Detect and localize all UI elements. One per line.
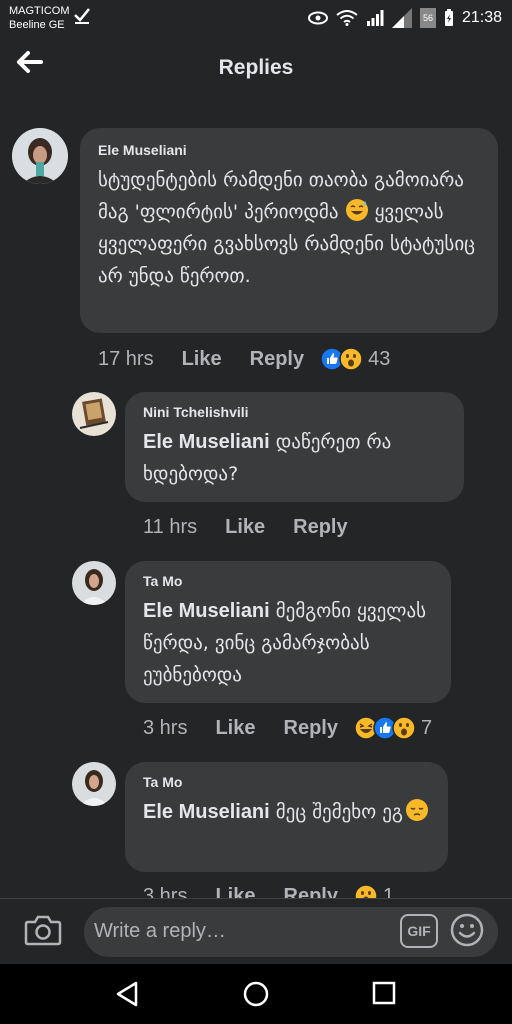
reaction-count: 43 [368, 347, 391, 370]
profile-photo-icon [12, 128, 68, 184]
comment-bubble[interactable]: Ta Mo Ele Museliani მეც შემეხო ეგ [125, 762, 448, 872]
smiley-icon [450, 913, 484, 947]
square-recents-icon [372, 981, 396, 1005]
comment-actions: 17 hrs Like Reply 43 [98, 346, 390, 372]
gif-button[interactable]: GIF [400, 914, 438, 948]
comment-text: Ele Museliani მემგონი ყველას წერდა, ვინც… [143, 595, 433, 691]
like-button[interactable]: Like [182, 348, 222, 371]
network-type-badge: 56 [419, 8, 436, 28]
wifi-icon [336, 10, 358, 26]
comment-text: სტუდენტების რამდენი თაობა გამოიარა მაგ '… [98, 164, 480, 292]
like-button[interactable]: Like [215, 717, 255, 740]
system-nav-bar [0, 964, 512, 1024]
comment-time[interactable]: 17 hrs [98, 348, 154, 371]
nav-home-button[interactable] [242, 980, 270, 1012]
avatar[interactable] [72, 561, 116, 605]
comment-text-part: მეც შემეხო ეგ [269, 801, 403, 823]
profile-photo-icon [72, 392, 116, 436]
comment-text: Ele Museliani მეც შემეხო ეგ [143, 796, 430, 828]
comment-bubble[interactable]: Nini Tchelishvili Ele Museliani დაწერეთ … [125, 392, 464, 502]
reply-composer: Write a reply… GIF [0, 898, 512, 964]
circle-home-icon [243, 981, 269, 1007]
reply-button[interactable]: Reply [293, 516, 347, 539]
comment-author[interactable]: Nini Tchelishvili [143, 404, 446, 420]
profile-photo-icon [72, 762, 116, 806]
wow-icon [339, 347, 363, 371]
mention-link[interactable]: Ele Museliani [143, 431, 270, 453]
reply-input-placeholder[interactable]: Write a reply… [94, 920, 226, 943]
comment-bubble[interactable]: Ele Museliani სტუდენტების რამდენი თაობა … [80, 128, 498, 333]
reaction-count: 7 [420, 716, 433, 739]
comment-text: Ele Museliani დაწერეთ რა ხდებოდა? [143, 426, 446, 490]
mention-link[interactable]: Ele Museliani [143, 801, 270, 823]
battery-icon [444, 9, 453, 26]
triangle-back-icon [116, 981, 138, 1007]
clock: 21:38 [461, 9, 502, 26]
camera-button[interactable] [24, 913, 62, 951]
header: Replies [0, 36, 512, 102]
reply-button[interactable]: Reply [250, 348, 304, 371]
status-icons: 56 21:38 [307, 6, 502, 30]
comment-author[interactable]: Ta Mo [143, 573, 433, 589]
comment-time[interactable]: 11 hrs [143, 516, 197, 539]
reply-button[interactable]: Reply [284, 717, 338, 740]
reaction-summary[interactable]: 7 [354, 716, 432, 740]
eye-icon [307, 11, 328, 25]
mention-link[interactable]: Ele Museliani [143, 600, 270, 622]
profile-photo-icon [72, 561, 116, 605]
like-button[interactable]: Like [225, 516, 265, 539]
pensive-emoji-icon [405, 799, 428, 821]
comment-author[interactable]: Ta Mo [143, 774, 430, 790]
avatar[interactable] [72, 392, 116, 436]
nav-recents-button[interactable] [371, 980, 397, 1010]
signal-icon [366, 10, 384, 26]
comment-actions: 11 hrs Like Reply [143, 514, 348, 540]
comment-bubble[interactable]: Ta Mo Ele Museliani მემგონი ყველას წერდა… [125, 561, 451, 703]
emoji-button[interactable] [450, 913, 484, 951]
signal-icon-secondary [391, 8, 412, 28]
sweat-smile-emoji-icon [345, 199, 368, 221]
wow-icon [392, 716, 416, 740]
comment-author[interactable]: Ele Museliani [98, 142, 480, 158]
comment-actions: 3 hrs Like Reply 7 [143, 715, 432, 741]
reaction-summary[interactable]: 43 [320, 347, 390, 371]
page-title: Replies [218, 56, 294, 79]
carrier-secondary: Beeline GE [9, 19, 65, 31]
comment-time[interactable]: 3 hrs [143, 717, 187, 740]
camera-icon [24, 915, 62, 946]
avatar[interactable] [12, 128, 68, 184]
carrier-name: MAGTICOM [9, 5, 70, 17]
nav-back-button[interactable] [114, 980, 140, 1012]
avatar[interactable] [72, 762, 116, 806]
status-bar: MAGTICOM Beeline GE 56 21:38 [0, 0, 512, 36]
carrier-info: MAGTICOM Beeline GE [9, 4, 70, 32]
check-icon [74, 8, 90, 24]
